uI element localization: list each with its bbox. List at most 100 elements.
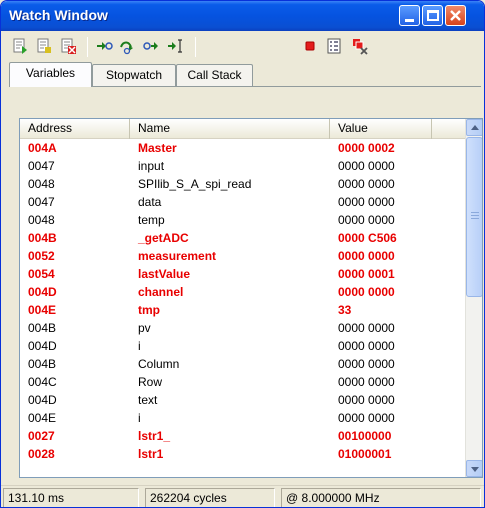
step-over-icon[interactable] bbox=[119, 37, 137, 55]
row-name: Master bbox=[138, 141, 177, 155]
row-address: 004B bbox=[28, 357, 57, 371]
close-icon bbox=[450, 10, 461, 21]
row-address: 004E bbox=[28, 411, 57, 425]
row-address: 0027 bbox=[28, 429, 55, 443]
table-row[interactable]: 0047 data 0000 0000 bbox=[20, 193, 466, 211]
row-address: 004C bbox=[28, 375, 57, 389]
row-value: 0000 0000 bbox=[338, 159, 395, 173]
row-address: 004D bbox=[28, 285, 57, 299]
status-frequency: @ 8.000000 MHz bbox=[281, 488, 481, 507]
row-value: 0000 0000 bbox=[338, 249, 395, 263]
tab-label: Variables bbox=[25, 66, 76, 80]
tab-stopwatch[interactable]: Stopwatch bbox=[92, 64, 176, 86]
vertical-scrollbar[interactable] bbox=[465, 119, 482, 477]
row-value: 0000 0000 bbox=[338, 411, 395, 425]
status-cycles: 262204 cycles bbox=[145, 488, 275, 507]
table-row[interactable]: 0054 lastValue 0000 0001 bbox=[20, 265, 466, 283]
row-name: data bbox=[138, 195, 162, 209]
row-address: 0048 bbox=[28, 213, 55, 227]
table-row[interactable]: 0047 input 0000 0000 bbox=[20, 157, 466, 175]
row-address: 0047 bbox=[28, 159, 55, 173]
row-value: 0000 0000 bbox=[338, 213, 395, 227]
tab-variables[interactable]: Variables bbox=[9, 62, 92, 87]
column-header-name[interactable]: Name bbox=[130, 119, 330, 139]
table-row[interactable]: 004B pv 0000 0000 bbox=[20, 319, 466, 337]
list-rows: 004A Master 0000 0002 0047 input 0000 0000 004… bbox=[20, 139, 466, 463]
row-name: lstr1_ bbox=[138, 429, 171, 443]
list-header: Address Name Value bbox=[20, 119, 466, 139]
edit-watch-icon[interactable] bbox=[35, 37, 53, 55]
table-row[interactable]: 004E tmp 33 bbox=[20, 301, 466, 319]
grip-line bbox=[471, 212, 479, 213]
scroll-down-button[interactable] bbox=[466, 460, 482, 477]
row-address: 004D bbox=[28, 339, 57, 353]
step-out-icon[interactable] bbox=[143, 37, 161, 55]
row-address: 004A bbox=[28, 141, 57, 155]
delete-watch-icon[interactable] bbox=[59, 37, 77, 55]
row-name: i bbox=[138, 411, 141, 425]
row-name: tmp bbox=[138, 303, 160, 317]
maximize-button[interactable] bbox=[422, 5, 443, 26]
grip-line bbox=[471, 218, 479, 219]
row-value: 01000001 bbox=[338, 447, 392, 461]
table-row[interactable]: 0048 SPIlib_S_A_spi_read 0000 0000 bbox=[20, 175, 466, 193]
tab-label: Stopwatch bbox=[105, 68, 163, 82]
clear-breakpoints-icon[interactable] bbox=[351, 37, 369, 55]
table-row[interactable]: 004D i 0000 0000 bbox=[20, 337, 466, 355]
row-name: lstr1 bbox=[138, 447, 164, 461]
grip-line bbox=[471, 215, 479, 216]
table-row[interactable]: 004C Row 0000 0000 bbox=[20, 373, 466, 391]
row-name: temp bbox=[138, 213, 165, 227]
row-value: 0000 C506 bbox=[338, 231, 397, 245]
run-to-cursor-icon[interactable] bbox=[167, 37, 185, 55]
row-address: 004B bbox=[28, 231, 57, 245]
close-button[interactable] bbox=[445, 5, 466, 26]
table-row[interactable]: 0052 measurement 0000 0000 bbox=[20, 247, 466, 265]
table-row[interactable]: 0048 temp 0000 0000 bbox=[20, 211, 466, 229]
row-value: 0000 0000 bbox=[338, 195, 395, 209]
scroll-thumb[interactable] bbox=[466, 137, 482, 297]
row-address: 004B bbox=[28, 321, 57, 335]
row-name: channel bbox=[138, 285, 184, 299]
row-name: input bbox=[138, 159, 165, 173]
title-bar[interactable]: Watch Window bbox=[1, 1, 484, 31]
table-row[interactable]: 004D channel 0000 0000 bbox=[20, 283, 466, 301]
table-row[interactable]: 004E i 0000 0000 bbox=[20, 409, 466, 427]
minimize-button[interactable] bbox=[399, 5, 420, 26]
toolbar-separator bbox=[195, 37, 196, 57]
row-value: 00100000 bbox=[338, 429, 392, 443]
table-row[interactable]: 004B Column 0000 0000 bbox=[20, 355, 466, 373]
properties-icon[interactable] bbox=[325, 37, 343, 55]
row-name: SPIlib_S_A_spi_read bbox=[138, 177, 252, 191]
row-address: 0047 bbox=[28, 195, 55, 209]
toolbar-separator bbox=[87, 37, 88, 57]
row-name: Column bbox=[138, 357, 180, 371]
window-title: Watch Window bbox=[9, 7, 108, 23]
column-header-address[interactable]: Address bbox=[20, 119, 130, 139]
table-row[interactable]: 0028 lstr1 01000001 bbox=[20, 445, 466, 463]
watch-window: Watch Window Variables Stopwatch Call St… bbox=[0, 0, 485, 508]
table-row[interactable]: 004B _getADC 0000 C506 bbox=[20, 229, 466, 247]
table-row[interactable]: 004A Master 0000 0002 bbox=[20, 139, 466, 157]
step-into-icon[interactable] bbox=[95, 37, 113, 55]
status-time: 131.10 ms bbox=[3, 488, 139, 507]
row-value: 0000 0000 bbox=[338, 393, 395, 407]
row-value: 0000 0001 bbox=[338, 267, 395, 281]
row-name: i bbox=[138, 339, 141, 353]
chevron-up-icon bbox=[471, 125, 479, 130]
status-bar: 131.10 ms 262204 cycles @ 8.000000 MHz bbox=[1, 485, 484, 507]
watch-list[interactable]: Address Name Value 004A Master 0000 0002 00… bbox=[19, 118, 483, 478]
row-address: 0054 bbox=[28, 267, 55, 281]
breakpoint-icon[interactable] bbox=[301, 37, 319, 55]
table-row[interactable]: 004D text 0000 0000 bbox=[20, 391, 466, 409]
table-row[interactable]: 0027 lstr1_ 00100000 bbox=[20, 427, 466, 445]
row-name: text bbox=[138, 393, 158, 407]
add-watch-icon[interactable] bbox=[11, 37, 29, 55]
tab-label: Call Stack bbox=[187, 68, 242, 82]
row-value: 33 bbox=[338, 303, 352, 317]
scroll-up-button[interactable] bbox=[466, 119, 482, 136]
row-name: pv bbox=[138, 321, 151, 335]
row-value: 0000 0000 bbox=[338, 321, 395, 335]
column-header-value[interactable]: Value bbox=[330, 119, 432, 139]
tab-call-stack[interactable]: Call Stack bbox=[176, 64, 253, 86]
